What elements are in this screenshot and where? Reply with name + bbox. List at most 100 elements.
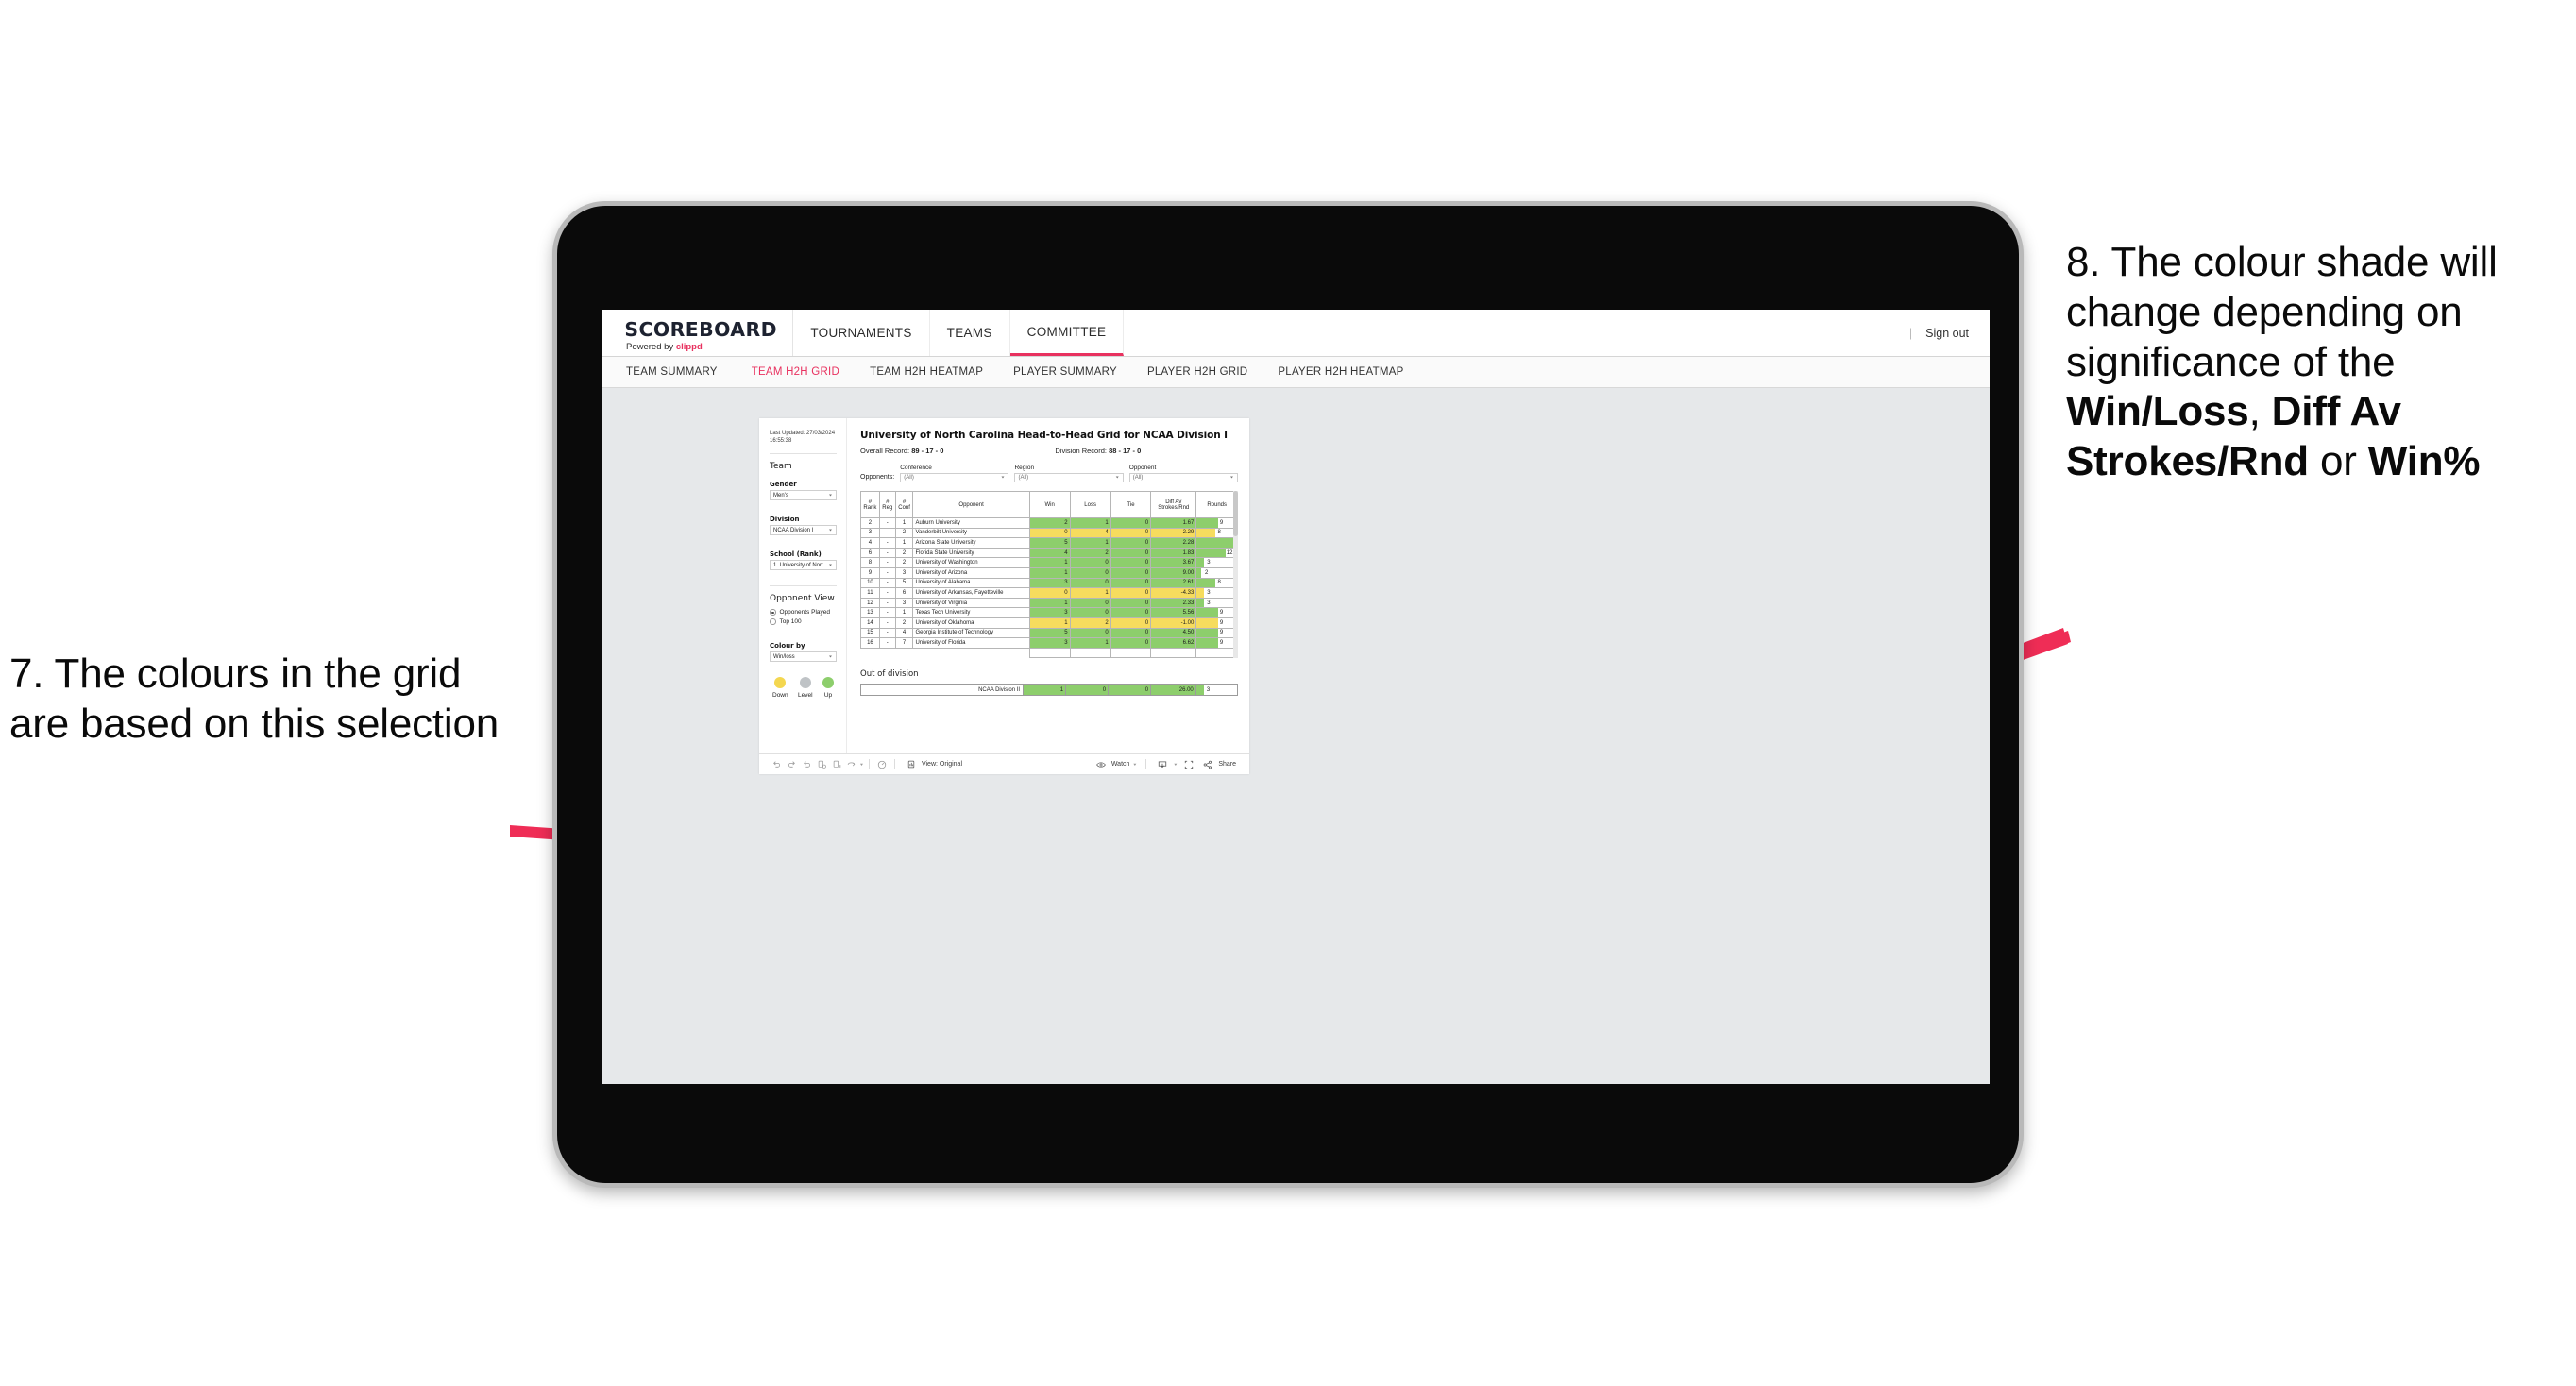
- cell-rank: 10: [860, 577, 880, 589]
- subnav-team-summary[interactable]: TEAM SUMMARY: [626, 366, 737, 378]
- cell-opponent: Florida State University: [912, 547, 1030, 559]
- table-row[interactable]: 4-1Arizona State University5102.2817: [860, 537, 1238, 549]
- cell-win: 3: [1028, 637, 1071, 649]
- subnav-player-summary[interactable]: PLAYER SUMMARY: [998, 366, 1132, 378]
- table-row[interactable]: 14-2 University of Oklahoma 1 2 0 -1.00 9: [860, 617, 1238, 629]
- redo-icon[interactable]: [784, 757, 799, 772]
- topnav-teams[interactable]: TEAMS: [930, 310, 1010, 356]
- gender-value: Men's: [773, 492, 788, 499]
- filter-opponent-select[interactable]: (All) ▼: [1128, 473, 1238, 482]
- radio-top-100[interactable]: Top 100: [770, 618, 837, 625]
- th-rounds[interactable]: Rounds: [1195, 491, 1238, 518]
- cell-rounds-value: 8: [1217, 530, 1221, 536]
- school-select[interactable]: 1. University of Nort... ▼: [770, 560, 837, 571]
- highlight-icon[interactable]: [844, 757, 859, 772]
- cell-opponent: University of Arkansas, Fayetteville: [912, 587, 1030, 599]
- page-root: 7. The colours in the grid are based on …: [0, 0, 2576, 1386]
- cell-diff-av-strokes: 1.83: [1150, 547, 1197, 559]
- ood-diff: 26.00: [1150, 684, 1196, 697]
- chevron-down-icon[interactable]: ▼: [859, 762, 864, 767]
- annotation-7: 7. The colours in the grid are based on …: [9, 651, 500, 747]
- pause-auto-update-icon[interactable]: [874, 757, 890, 772]
- cell-reg: -: [878, 527, 896, 539]
- table-row[interactable]: 3-2 Vanderbilt University 0 4 0 -2.29 8: [860, 527, 1238, 539]
- cell-rounds: 9: [1195, 517, 1238, 529]
- cell-rounds-value: 9: [1219, 619, 1224, 626]
- annotation-8: 8. The colour shade will change dependin…: [2066, 238, 2576, 487]
- last-updated-text: Last Updated: 27/03/2024 16:55:38: [770, 431, 836, 445]
- page-title: University of North Carolina Head-to-Hea…: [860, 430, 1228, 441]
- table-row[interactable]: 12-3 University of Virginia 1 0 0 2.33 3: [860, 597, 1238, 609]
- table-row[interactable]: 10-5 University of Alabama 3 0 0 2.61 8: [860, 577, 1238, 589]
- table-row[interactable]: 8-2 University of Washington 1 0 0 3.67 3: [860, 557, 1238, 568]
- cell-win: 1: [1028, 617, 1071, 629]
- watch-button[interactable]: Watch ▼: [1090, 757, 1142, 772]
- download-icon: [1155, 757, 1170, 772]
- overall-record: Overall Record: 89 - 17 - 0: [860, 447, 943, 455]
- chevron-down-icon: ▼: [1000, 475, 1006, 481]
- topnav-tournaments[interactable]: TOURNAMENTS: [793, 310, 930, 356]
- out-of-division-row[interactable]: NCAA Division II 1 0 0 26.00 3: [859, 684, 1239, 697]
- download-button[interactable]: ▼: [1151, 757, 1181, 772]
- th-loss[interactable]: Loss: [1069, 491, 1111, 518]
- subnav-player-h2h-heatmap[interactable]: PLAYER H2H HEATMAP: [1263, 366, 1418, 378]
- filter-conference-select[interactable]: (All) ▼: [900, 473, 1009, 482]
- gender-select[interactable]: Men's ▼: [770, 490, 837, 501]
- cell-rank: 13: [860, 607, 880, 618]
- table-row[interactable]: 16-7 University of Florida 3 1 0 6.62 9: [860, 637, 1238, 649]
- table-row[interactable]: 9-3 University of Arizona 1 0 0 9.00 2: [860, 566, 1238, 579]
- cell-rank: 4: [860, 537, 880, 549]
- table-row[interactable]: 15-4 Georgia Institute of Technology 5 0 0 4.…: [860, 627, 1238, 639]
- cell-diff-av-strokes: 2.33: [1150, 597, 1197, 609]
- th-rank[interactable]: # Rank: [860, 491, 880, 518]
- ood-loss: 0: [1065, 684, 1110, 697]
- table-row[interactable]: 11-6 University of Arkansas, Fayetteville…: [860, 587, 1238, 599]
- topnav-committee[interactable]: COMMITTEE: [1009, 310, 1125, 356]
- cell-loss: 1: [1069, 587, 1111, 599]
- cell-loss: 1: [1069, 637, 1111, 649]
- refresh-data-icon[interactable]: [814, 757, 829, 772]
- th-diff-av-strokes[interactable]: Diff Av Strokes/Rnd: [1150, 491, 1197, 518]
- cell-diff-av-strokes: 6.62: [1150, 637, 1197, 649]
- brand-logo[interactable]: SCOREBOARD Powered by clippd: [602, 310, 794, 356]
- division-record-label: Division Record:: [1055, 447, 1110, 455]
- revert-icon[interactable]: [799, 757, 814, 772]
- cell-reg: -: [878, 537, 896, 549]
- fullscreen-icon[interactable]: [1181, 757, 1196, 772]
- overall-record-label: Overall Record:: [860, 447, 912, 455]
- filter-opponent-value: (All): [1132, 475, 1144, 481]
- cell-conf: 2: [894, 617, 914, 629]
- filter-region-select[interactable]: (All) ▼: [1014, 473, 1124, 482]
- subnav-team-h2h-grid[interactable]: TEAM H2H GRID: [737, 366, 855, 378]
- view-original-button[interactable]: View: Original: [900, 757, 966, 772]
- cell-rank: 6: [860, 547, 880, 559]
- cell-conf: 2: [894, 547, 914, 559]
- th-reg[interactable]: # Reg: [878, 491, 896, 518]
- cell-reg: -: [878, 547, 896, 559]
- radio-opponents-played-label: Opponents Played: [779, 609, 830, 617]
- toolbar-divider-2: [893, 759, 895, 769]
- pause-updates-icon[interactable]: [829, 757, 844, 772]
- th-opponent[interactable]: Opponent: [912, 491, 1030, 518]
- table-spacer-row: [860, 647, 1238, 659]
- opponents-label: Opponents:: [860, 474, 895, 481]
- subnav-player-h2h-grid[interactable]: PLAYER H2H GRID: [1132, 366, 1263, 378]
- signout-link[interactable]: Sign out: [1925, 327, 1969, 340]
- th-tie[interactable]: Tie: [1110, 491, 1152, 518]
- powered-clippd: clippd: [675, 341, 703, 352]
- division-select[interactable]: NCAA Division I ▼: [770, 525, 837, 536]
- subnav-team-h2h-heatmap[interactable]: TEAM H2H HEATMAP: [855, 366, 998, 378]
- school-label: School (Rank): [770, 550, 822, 559]
- table-row[interactable]: 13-1 Texas Tech University 3 0 0 5.56 9: [860, 607, 1238, 618]
- th-win[interactable]: Win: [1028, 491, 1071, 518]
- table-row[interactable]: 6-2 Florida State University 4 2 0 1.83 12: [860, 547, 1238, 559]
- table-row[interactable]: 2-1 Auburn University 2 1 0 1.67 9: [860, 517, 1238, 529]
- filter-conference: Conference (All) ▼: [900, 465, 1009, 482]
- th-conf[interactable]: # Conf: [894, 491, 914, 518]
- share-button[interactable]: Share: [1196, 757, 1240, 772]
- undo-icon[interactable]: [769, 757, 784, 772]
- cell-conf: 6: [894, 587, 914, 599]
- radio-opponents-played[interactable]: Opponents Played: [770, 609, 837, 616]
- school-value: 1. University of Nort...: [773, 562, 828, 568]
- colour-by-select[interactable]: Win/loss ▼: [770, 651, 837, 663]
